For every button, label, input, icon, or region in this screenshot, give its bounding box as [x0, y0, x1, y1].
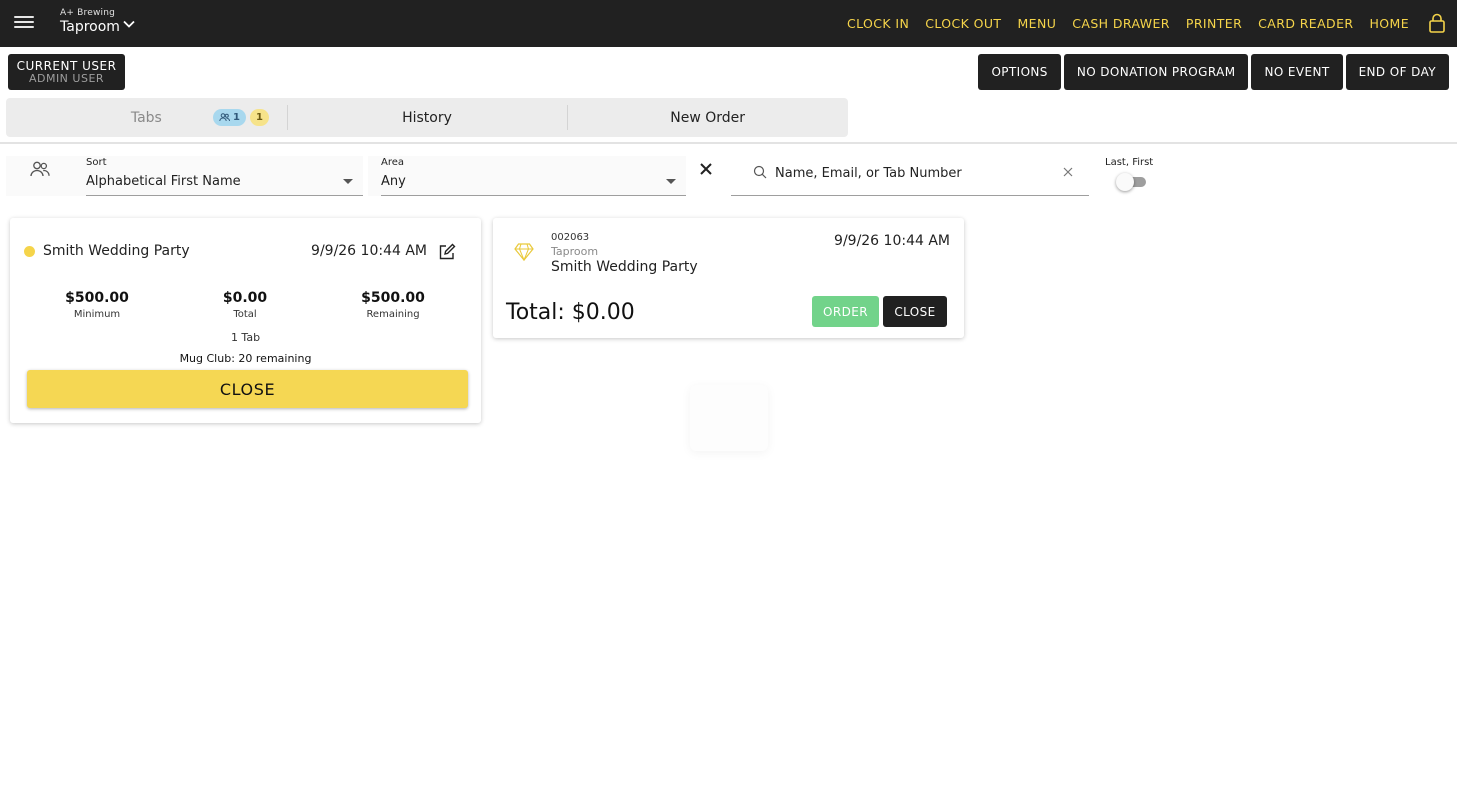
- minimum-stat: $500.00 Minimum: [32, 290, 162, 320]
- tab-area: Taproom: [551, 245, 599, 258]
- search-clear-icon[interactable]: [1063, 167, 1073, 177]
- tab-name: Smith Wedding Party: [551, 259, 698, 275]
- group-tab-card[interactable]: Smith Wedding Party 9/9/26 10:44 AM $500…: [10, 218, 481, 423]
- tab-history-label: History: [402, 109, 452, 126]
- remaining-stat: $500.00 Remaining: [328, 290, 458, 320]
- end-of-day-button[interactable]: END OF DAY: [1345, 54, 1449, 90]
- area-select[interactable]: Area Any: [381, 156, 686, 196]
- nav-printer[interactable]: PRINTER: [1186, 16, 1242, 31]
- tab-new-order-label: New Order: [670, 109, 746, 126]
- header-divider: [0, 142, 1457, 144]
- action-toolbar: OPTIONS NO DONATION PROGRAM NO EVENT END…: [978, 54, 1449, 90]
- view-tabs: Tabs 1 1 History New Order: [6, 98, 848, 137]
- name-order-toggle[interactable]: [1116, 173, 1148, 191]
- current-user-label: CURRENT USER: [16, 59, 117, 73]
- hamburger-menu-icon[interactable]: [14, 13, 34, 33]
- nav-cash-drawer[interactable]: CASH DRAWER: [1072, 16, 1170, 31]
- brand-selector[interactable]: A+ Brewing Taproom: [60, 8, 120, 35]
- search-field: [731, 153, 1089, 196]
- nav-home[interactable]: HOME: [1369, 16, 1409, 31]
- diamond-icon: [514, 243, 534, 261]
- tab-tabs-label: Tabs: [130, 109, 162, 126]
- mug-club-status: Mug Club: 20 remaining: [179, 352, 312, 365]
- minimum-label: Minimum: [73, 309, 121, 320]
- status-dot: [24, 246, 35, 257]
- nav-menu[interactable]: MENU: [1017, 16, 1056, 31]
- nav-clock-in[interactable]: CLOCK IN: [847, 16, 909, 31]
- event-button[interactable]: NO EVENT: [1251, 54, 1343, 90]
- total-label: Total: [233, 309, 257, 320]
- group-name: Smith Wedding Party: [43, 243, 190, 259]
- nav-card-reader[interactable]: CARD READER: [1258, 16, 1353, 31]
- remaining-label: Remaining: [366, 309, 420, 320]
- tab-new-order[interactable]: New Order: [567, 98, 848, 137]
- sort-dropdown-arrow-icon: [343, 179, 353, 184]
- tab-badges: 1 1: [213, 109, 269, 126]
- location-name: Taproom: [60, 19, 120, 35]
- area-dropdown-arrow-icon: [666, 179, 676, 184]
- close-group-button[interactable]: CLOSE: [27, 370, 468, 408]
- tab-total: Total: $0.00: [506, 300, 635, 325]
- tabs-badge: 1: [249, 109, 269, 126]
- current-user-name: ADMIN USER: [28, 72, 105, 85]
- nav-clock-out[interactable]: CLOCK OUT: [925, 16, 1001, 31]
- name-order-toggle-label: Last, First: [1105, 157, 1154, 168]
- company-name: A+ Brewing: [60, 8, 116, 18]
- options-button[interactable]: OPTIONS: [978, 54, 1061, 90]
- sort-label: Sort: [86, 157, 107, 168]
- total-stat: $0.00 Total: [180, 290, 310, 320]
- group-datetime: 9/9/26 10:44 AM: [311, 243, 427, 259]
- sort-select[interactable]: Sort Alphabetical First Name: [86, 156, 363, 196]
- close-tab-button[interactable]: CLOSE: [883, 296, 947, 327]
- tab-history[interactable]: History: [286, 98, 568, 137]
- top-app-bar: A+ Brewing Taproom CLOCK IN CLOCK OUT ME…: [0, 0, 1457, 47]
- lock-icon[interactable]: [1428, 13, 1446, 33]
- tab-number: 002063: [551, 232, 590, 243]
- order-button[interactable]: ORDER: [812, 296, 879, 327]
- remaining-value: $500.00: [361, 290, 425, 306]
- groups-badge-count: 1: [233, 112, 240, 123]
- area-value: Any: [381, 174, 406, 189]
- clear-filters-icon[interactable]: [698, 161, 714, 177]
- tab-card[interactable]: 002063 Taproom Smith Wedding Party 9/9/2…: [493, 218, 964, 338]
- total-value: $0.00: [222, 290, 268, 306]
- group-view-icon[interactable]: [30, 161, 50, 177]
- sort-value: Alphabetical First Name: [86, 174, 241, 189]
- search-input[interactable]: [775, 163, 1055, 183]
- groups-badge: 1: [213, 109, 246, 126]
- tabs-badge-count: 1: [255, 112, 263, 123]
- tab-count: 1 Tab: [230, 331, 261, 344]
- group-icon: [219, 113, 230, 122]
- edit-icon[interactable]: [438, 243, 456, 261]
- chevron-down-icon[interactable]: [122, 17, 136, 31]
- donation-program-button[interactable]: NO DONATION PROGRAM: [1063, 54, 1249, 90]
- tab-datetime: 9/9/26 10:44 AM: [834, 233, 950, 249]
- search-icon: [753, 165, 767, 179]
- current-user-button[interactable]: CURRENT USER ADMIN USER: [8, 54, 125, 90]
- loading-placeholder: [690, 385, 768, 451]
- area-label: Area: [381, 157, 405, 168]
- minimum-value: $500.00: [65, 290, 129, 306]
- tab-tabs[interactable]: Tabs 1 1: [6, 98, 287, 137]
- top-nav: CLOCK IN CLOCK OUT MENU CASH DRAWER PRIN…: [831, 0, 1409, 47]
- toggle-thumb: [1116, 173, 1134, 191]
